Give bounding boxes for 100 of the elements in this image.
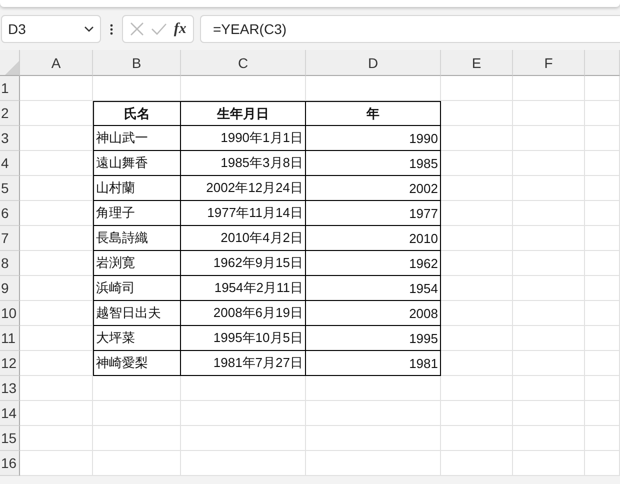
table-cell: 2010 — [306, 226, 441, 251]
empty-cell — [441, 326, 513, 351]
table-cell: 越智日出夫 — [93, 301, 181, 326]
row-header[interactable]: 12 — [0, 351, 20, 376]
empty-cell — [513, 451, 585, 476]
row-header[interactable]: 15 — [0, 426, 20, 451]
row-header[interactable]: 4 — [0, 151, 20, 176]
more-options-icon[interactable] — [110, 24, 113, 34]
row-header[interactable]: 10 — [0, 301, 20, 326]
empty-cell — [585, 376, 620, 401]
empty-cell — [441, 226, 513, 251]
empty-cell — [585, 326, 620, 351]
table-cell: 大坪菜 — [93, 326, 181, 351]
table-cell: 1990 — [306, 126, 441, 151]
table-cell: 1981年7月27日 — [181, 351, 306, 376]
cancel-icon[interactable] — [130, 22, 144, 36]
empty-cell — [585, 251, 620, 276]
empty-cell — [513, 176, 585, 201]
empty-cell — [513, 226, 585, 251]
empty-cell — [513, 201, 585, 226]
table-cell: 神崎愛梨 — [93, 351, 181, 376]
table-cell: 1977年11月14日 — [181, 201, 306, 226]
empty-cell — [513, 376, 585, 401]
table-cell: 1981 — [306, 351, 441, 376]
empty-cell — [513, 301, 585, 326]
empty-cell — [513, 351, 585, 376]
row-header[interactable]: 8 — [0, 251, 20, 276]
header-cell: 氏名 — [93, 101, 181, 126]
column-header[interactable]: A — [20, 50, 93, 76]
empty-cell — [441, 301, 513, 326]
empty-cell — [513, 401, 585, 426]
table-cell: 2010年4月2日 — [181, 226, 306, 251]
column-header[interactable]: F — [513, 50, 585, 76]
formula-input[interactable]: =YEAR(C3) — [200, 15, 620, 43]
empty-cell — [585, 101, 620, 126]
row-header[interactable]: 3 — [0, 126, 20, 151]
table-cell: 遠山舞香 — [93, 151, 181, 176]
row-header[interactable]: 13 — [0, 376, 20, 401]
chevron-down-icon — [84, 26, 94, 32]
table-cell: 角理子 — [93, 201, 181, 226]
column-header[interactable] — [585, 50, 620, 76]
empty-cell — [441, 426, 513, 451]
table-cell: 1995 — [306, 326, 441, 351]
name-box[interactable]: D3 — [1, 15, 101, 43]
table-cell: 岩渕寛 — [93, 251, 181, 276]
row-header[interactable]: 5 — [0, 176, 20, 201]
empty-cell — [585, 276, 620, 301]
empty-cell — [513, 101, 585, 126]
empty-cell — [441, 351, 513, 376]
triangle-icon — [5, 61, 19, 75]
empty-cell — [441, 176, 513, 201]
row-header[interactable]: 14 — [0, 401, 20, 426]
insert-function-button[interactable]: fx — [174, 20, 186, 38]
empty-cell — [441, 201, 513, 226]
column-header[interactable]: B — [93, 50, 181, 76]
row-header[interactable]: 2 — [0, 101, 20, 126]
empty-cell — [513, 126, 585, 151]
empty-cell — [585, 226, 620, 251]
checkmark-icon[interactable] — [150, 23, 167, 35]
table-cell: 2002 — [306, 176, 441, 201]
empty-cell — [585, 351, 620, 376]
empty-cell — [585, 201, 620, 226]
empty-cell — [585, 426, 620, 451]
select-all-corner[interactable] — [0, 50, 20, 76]
row-header[interactable]: 7 — [0, 226, 20, 251]
row-header[interactable]: 6 — [0, 201, 20, 226]
table-cell: 1977 — [306, 201, 441, 226]
empty-cell — [513, 76, 585, 101]
row-header[interactable]: 16 — [0, 451, 20, 476]
table-cell: 2008年6月19日 — [181, 301, 306, 326]
empty-cell — [513, 151, 585, 176]
empty-cell — [441, 451, 513, 476]
header-cell: 年 — [306, 101, 441, 126]
table-cell: 浜崎司 — [93, 276, 181, 301]
table-cell: 1995年10月5日 — [181, 326, 306, 351]
table-cell: 1954 — [306, 276, 441, 301]
column-header[interactable]: D — [306, 50, 441, 76]
empty-cell — [441, 376, 513, 401]
table-cell: 1954年2月11日 — [181, 276, 306, 301]
table-cell: 神山武一 — [93, 126, 181, 151]
row-header[interactable]: 1 — [0, 76, 20, 101]
empty-cell — [585, 151, 620, 176]
table-cell: 1985 — [306, 151, 441, 176]
table-cell: 1962 — [306, 251, 441, 276]
column-header[interactable]: C — [181, 50, 306, 76]
table-cell: 1985年3月8日 — [181, 151, 306, 176]
empty-cell — [441, 101, 513, 126]
column-header[interactable]: E — [441, 50, 513, 76]
empty-cell — [441, 276, 513, 301]
row-header[interactable]: 9 — [0, 276, 20, 301]
empty-cell — [585, 126, 620, 151]
empty-cell — [441, 76, 513, 101]
table-cell: 2008 — [306, 301, 441, 326]
row-header[interactable]: 11 — [0, 326, 20, 351]
empty-cell — [585, 301, 620, 326]
empty-cell — [513, 276, 585, 301]
empty-cell — [441, 126, 513, 151]
empty-cell — [441, 251, 513, 276]
table-cell: 山村蘭 — [93, 176, 181, 201]
empty-cell — [585, 76, 620, 101]
